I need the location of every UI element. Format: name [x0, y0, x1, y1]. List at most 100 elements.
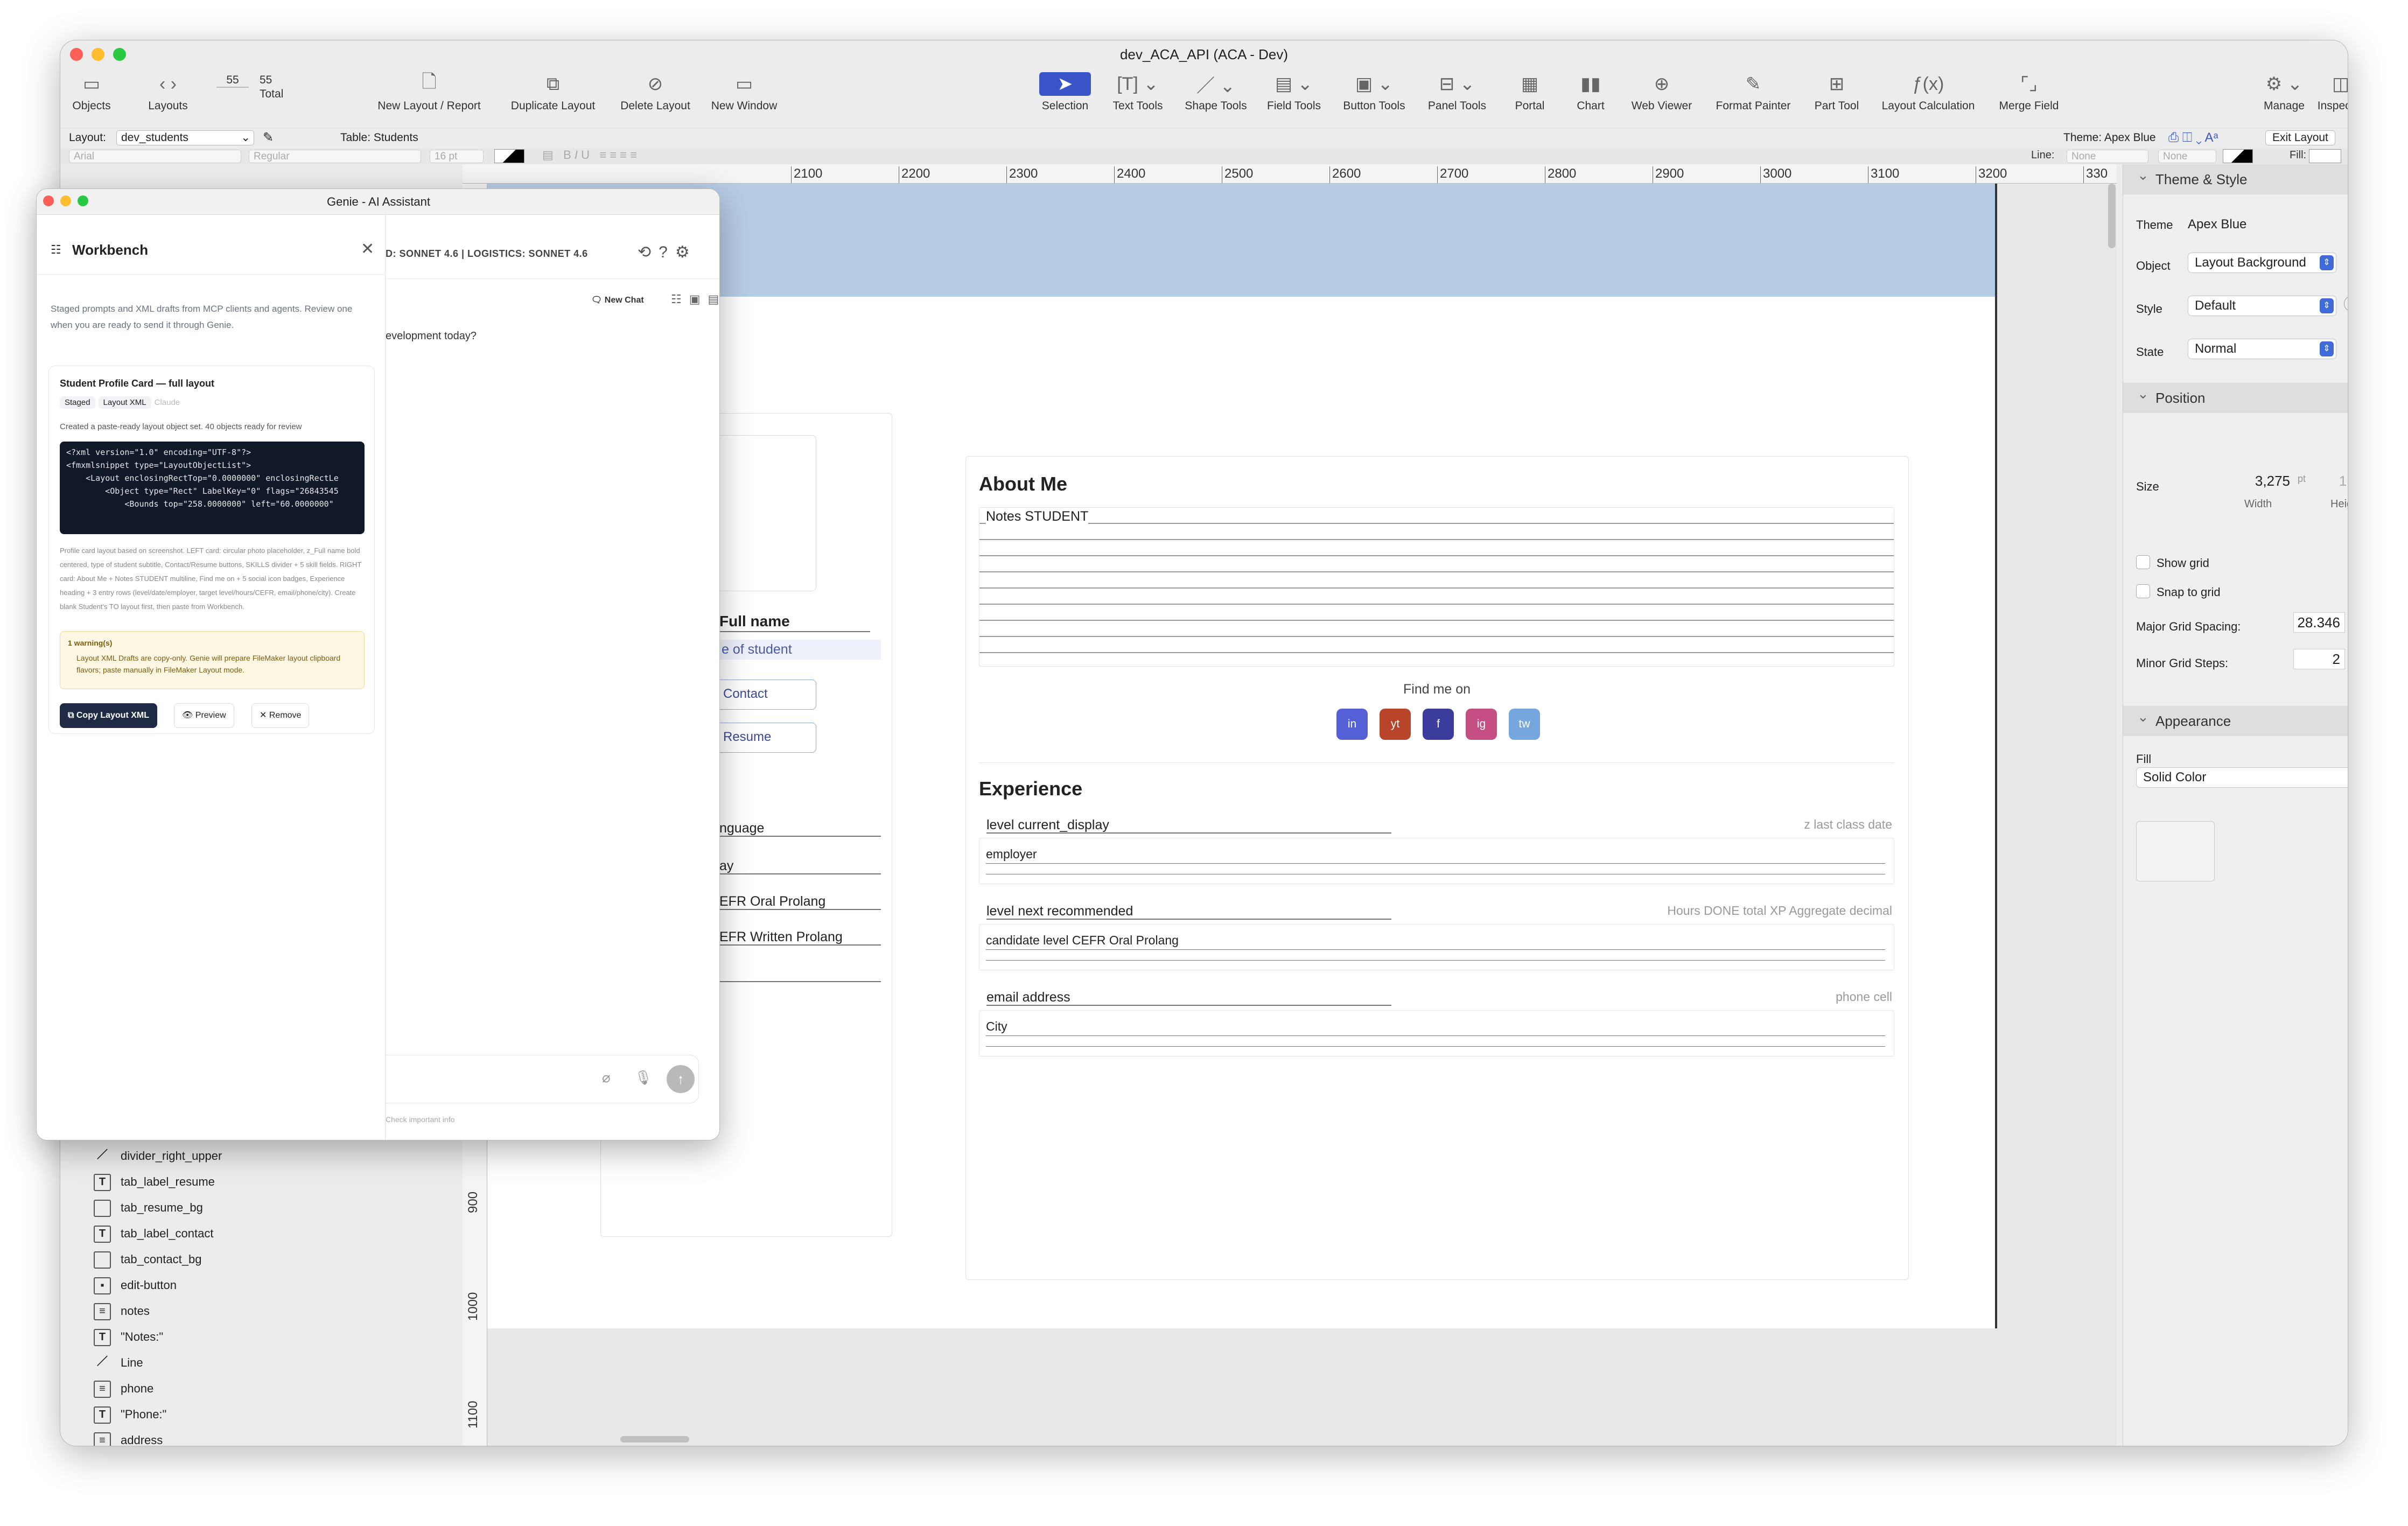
line-width-select[interactable]: None	[2067, 150, 2148, 163]
chart-tool[interactable]: ▮▮ Chart	[1569, 68, 1612, 113]
genie-close-button[interactable]	[43, 195, 54, 206]
manage-button[interactable]: ⚙ ⌄ Manage	[2257, 68, 2311, 113]
merge-field-tool[interactable]: ⌜⌟ Merge Field	[1991, 68, 2067, 113]
snap-grid-checkbox[interactable]	[2136, 584, 2150, 598]
object-row[interactable]: ／ divider_right_upper	[94, 1144, 222, 1168]
genie-zoom-button[interactable]	[78, 195, 88, 206]
preview-button[interactable]: 👁 Preview	[174, 703, 234, 728]
web-viewer-tool[interactable]: ⊕ Web Viewer	[1624, 68, 1699, 113]
new-window-button[interactable]: ▭ New Window	[701, 68, 787, 113]
resume-button[interactable]: Resume	[714, 723, 816, 753]
text-tools[interactable]: [T] ⌄ Text Tools	[1103, 68, 1173, 113]
copy-layout-xml-button[interactable]: ⧉ Copy Layout XML	[60, 703, 157, 728]
full-name-field[interactable]: Full name	[719, 613, 790, 630]
object-row[interactable]: ／ Line	[94, 1351, 143, 1375]
object-row[interactable]: tab_contact_bg	[94, 1248, 201, 1271]
panel-tools[interactable]: ⊟ ⌄ Panel Tools	[1419, 68, 1495, 113]
profile-card-right[interactable]: About Me Notes STUDENT Find me on in yt …	[965, 456, 1909, 1280]
theme-icons[interactable]: ⎙ ◫ ⌄ Aᵃ	[2168, 128, 2218, 148]
line-color-swatch[interactable]	[2223, 149, 2253, 163]
contact-button[interactable]: Contact	[714, 680, 816, 710]
objects-button[interactable]: ▭ Objects	[70, 68, 113, 113]
button-tools[interactable]: ▣ ⌄ Button Tools	[1336, 68, 1412, 113]
major-grid-field[interactable]: 28.346	[2293, 612, 2345, 633]
style-select[interactable]: Default ⇕	[2188, 296, 2336, 316]
exp-cefr-box[interactable]: candidate level CEFR Oral Prolang	[979, 924, 1894, 970]
exp-next-level-field[interactable]: level next recommended	[986, 904, 1133, 919]
exp-phone-field[interactable]: phone cell	[1836, 990, 1892, 1004]
format-style-icons[interactable]: ▤ B I U ≡ ≡ ≡ ≡	[542, 148, 637, 162]
layout-select[interactable]: dev_students ⌄	[116, 130, 254, 145]
xml-code-block[interactable]: <?xml version="1.0" encoding="UTF-8"?> <f…	[60, 442, 365, 534]
twitter-icon[interactable]: tw	[1509, 709, 1540, 740]
chat-input[interactable]: ⌀ 🎙 ↑	[386, 1055, 699, 1103]
exp-hours-field[interactable]: Hours DONE total XP Aggregate decimal	[1667, 904, 1892, 918]
skill-field[interactable]: EFR Oral Prolang	[719, 894, 825, 909]
object-row[interactable]: ≡ phone	[94, 1377, 153, 1401]
object-row[interactable]: Ttab_label_resume	[94, 1170, 215, 1194]
chat-view-icons[interactable]: ☷▣▤	[671, 292, 719, 306]
appearance-section[interactable]: Appearance	[2123, 702, 2348, 736]
width-field[interactable]: 3,275	[2231, 471, 2294, 492]
instagram-icon[interactable]: ig	[1466, 709, 1497, 740]
new-layout-button[interactable]: 🗋 New Layout / Report	[367, 68, 491, 113]
exp-date-field[interactable]: z last class date	[1804, 817, 1892, 832]
shape-tools[interactable]: ／ ⌄ Shape Tools	[1178, 68, 1254, 113]
format-painter-tool[interactable]: ✎ Format Painter	[1710, 68, 1796, 113]
attach-icon[interactable]: ⌀	[602, 1069, 611, 1086]
skill-field[interactable]: EFR Written Prolang	[719, 929, 843, 945]
fill-type-select[interactable]: Solid Color⇕	[2136, 767, 2348, 788]
notes-field[interactable]: Notes STUDENT	[979, 507, 1894, 667]
object-row[interactable]: tab_resume_bg	[94, 1196, 203, 1220]
theme-style-section[interactable]: Theme & Style	[2123, 160, 2348, 194]
line-style-select[interactable]: None	[2158, 150, 2216, 163]
record-current[interactable]: 55	[216, 74, 249, 88]
new-chat-button[interactable]: 🗨 New Chat	[591, 295, 644, 305]
state-select[interactable]: Normal ⇕	[2188, 339, 2336, 359]
font-size-select[interactable]: 16 pt	[430, 150, 484, 163]
genie-minimize-button[interactable]	[60, 195, 71, 206]
text-color-swatch[interactable]	[494, 149, 524, 163]
duplicate-layout-button[interactable]: ⧉ Duplicate Layout	[496, 68, 610, 113]
microphone-icon[interactable]: 🎙	[634, 1069, 652, 1086]
object-row[interactable]: T "Notes:"	[94, 1325, 163, 1349]
object-row[interactable]: ≡ address	[94, 1429, 163, 1446]
fill-color-well[interactable]	[2136, 821, 2215, 881]
horizontal-scrollbar[interactable]	[620, 1436, 689, 1443]
send-arrow-icon[interactable]: ↑	[667, 1065, 695, 1093]
close-window-button[interactable]	[70, 48, 83, 61]
layout-calculation-tool[interactable]: ƒ(x) Layout Calculation	[1872, 68, 1985, 113]
workbench-item[interactable]: Student Profile Card — full layout Stage…	[48, 366, 375, 734]
minimize-window-button[interactable]	[92, 48, 104, 61]
portal-tool[interactable]: ▦ Portal	[1506, 68, 1554, 113]
font-style-select[interactable]: Regular	[249, 150, 421, 163]
fill-color-swatch[interactable]	[2309, 149, 2341, 163]
font-select[interactable]: Arial	[69, 150, 241, 163]
layouts-nav[interactable]: ‹ › Layouts	[136, 68, 200, 113]
position-section[interactable]: Position	[2123, 379, 2348, 413]
zoom-window-button[interactable]	[113, 48, 126, 61]
minor-grid-field[interactable]: 2	[2293, 649, 2345, 669]
exit-layout-button[interactable]: Exit Layout	[2265, 130, 2335, 145]
record-counter[interactable]: 55 55 Total	[216, 74, 283, 101]
skill-field[interactable]: ay	[719, 858, 733, 874]
exp-email-field[interactable]: email address	[986, 990, 1070, 1005]
exp-employer-box[interactable]: employer	[979, 838, 1894, 884]
height-field[interactable]: 1,068	[2317, 471, 2348, 492]
field-tools[interactable]: ▤ ⌄ Field Tools	[1259, 68, 1329, 113]
object-select[interactable]: Layout Background ⇕	[2188, 253, 2336, 273]
part-tool[interactable]: ⊞ Part Tool	[1807, 68, 1866, 113]
delete-layout-button[interactable]: ⊘ Delete Layout	[610, 68, 701, 113]
selection-tool[interactable]: ➤ Selection	[1033, 68, 1097, 113]
linkedin-icon[interactable]: in	[1336, 709, 1368, 740]
object-row[interactable]: T "Phone:"	[94, 1403, 166, 1426]
edit-layout-icon[interactable]: ✎	[263, 128, 274, 148]
facebook-icon[interactable]: f	[1423, 709, 1454, 740]
close-icon[interactable]: ✕	[361, 240, 374, 258]
object-row[interactable]: ▪ edit-button	[94, 1273, 177, 1297]
skill-field[interactable]: nguage	[719, 821, 764, 836]
layout-canvas[interactable]: Full name e of student Contact Resume ng…	[487, 184, 2117, 1446]
youtube-icon[interactable]: yt	[1380, 709, 1411, 740]
remove-button[interactable]: ✕ Remove	[251, 703, 310, 728]
exp-city-box[interactable]: City	[979, 1010, 1894, 1056]
